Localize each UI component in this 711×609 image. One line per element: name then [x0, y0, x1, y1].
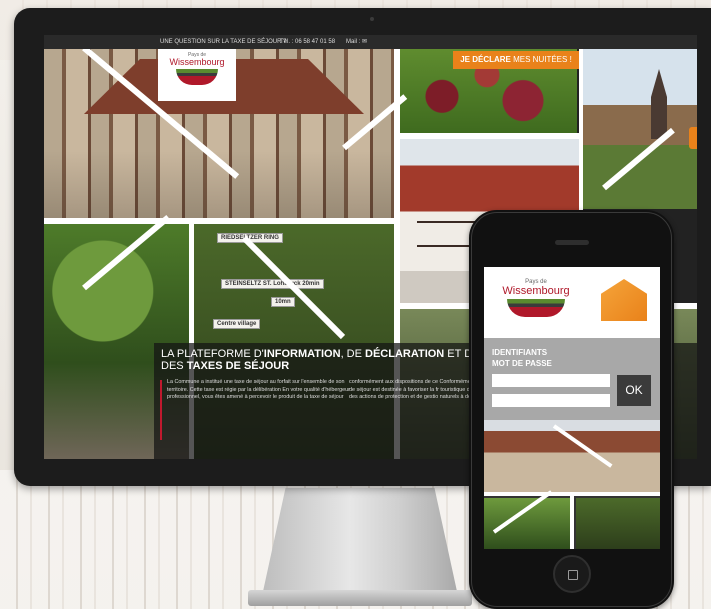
mobile-phone: Pays de Wissembourg IDENTIFIANTS MOT DE …	[469, 210, 674, 609]
phone-speaker	[555, 240, 589, 245]
login-form: IDENTIFIANTS MOT DE PASSE OK	[484, 338, 660, 420]
signpost-label: 10mn	[271, 297, 295, 307]
accent-rule	[160, 380, 162, 440]
identifiants-label: IDENTIFIANTS	[492, 348, 548, 357]
title-part: DES	[161, 360, 187, 372]
monitor-stand-base	[248, 590, 472, 606]
home-square-icon	[568, 570, 578, 580]
mobile-photo-signs	[576, 498, 660, 549]
password-input[interactable]	[492, 394, 610, 407]
photo-church	[581, 49, 697, 209]
mobile-logo-title: Wissembourg	[502, 285, 570, 297]
signpost-label: Centre village	[213, 319, 261, 329]
title-part: LA PLATEFORME D'	[161, 348, 264, 360]
ok-button[interactable]: OK	[617, 375, 651, 406]
mobile-website: Pays de Wissembourg IDENTIFIANTS MOT DE …	[484, 267, 660, 549]
side-tab-handle[interactable]	[689, 127, 697, 149]
banner-text: MES NUITÉES !	[510, 55, 572, 64]
collage-divider	[44, 218, 397, 224]
title-part: , DE	[340, 348, 366, 360]
monitor-stand	[262, 488, 458, 596]
envelope-icon: ✉	[362, 39, 368, 45]
mobile-logo-emblem	[507, 299, 565, 317]
mail-link[interactable]: Mail : ✉	[346, 35, 367, 49]
mobile-photo-collage	[484, 420, 660, 549]
mobile-logo[interactable]: Pays de Wissembourg	[496, 279, 576, 331]
top-info-bar: UNE QUESTION SUR LA TAXE DE SÉJOUR ? Tél…	[44, 35, 697, 49]
collage-divider	[397, 133, 582, 139]
signpost-label: STEINSELTZ ST. Lohbruck 20min	[221, 279, 324, 289]
password-label: MOT DE PASSE	[492, 359, 552, 368]
house-icon	[601, 279, 647, 321]
site-logo[interactable]: Pays de Wissembourg	[158, 49, 236, 101]
tax-question-link[interactable]: UNE QUESTION SUR LA TAXE DE SÉJOUR ?	[160, 35, 286, 49]
identifiants-input[interactable]	[492, 374, 610, 387]
title-bold: TAXES DE SÉJOUR	[186, 360, 290, 372]
mobile-photo-town	[484, 420, 660, 492]
camera-dot	[370, 17, 374, 21]
mail-label: Mail :	[346, 39, 361, 45]
phone-number: Tél. : 06 58 47 01 58	[280, 39, 336, 45]
mobile-collage-divider	[570, 496, 574, 549]
home-button[interactable]	[553, 555, 591, 593]
declare-nights-button[interactable]: JE DÉCLARE MES NUITÉES !	[453, 51, 579, 69]
title-bold: INFORMATION	[263, 348, 341, 360]
logo-emblem	[176, 69, 218, 85]
intro-text-col1: La Commune a institué une taxe de séjour…	[167, 379, 350, 401]
title-bold: DÉCLARATION	[365, 348, 445, 360]
logo-title: Wissembourg	[169, 57, 225, 67]
banner-strong-text: JE DÉCLARE	[460, 55, 511, 64]
